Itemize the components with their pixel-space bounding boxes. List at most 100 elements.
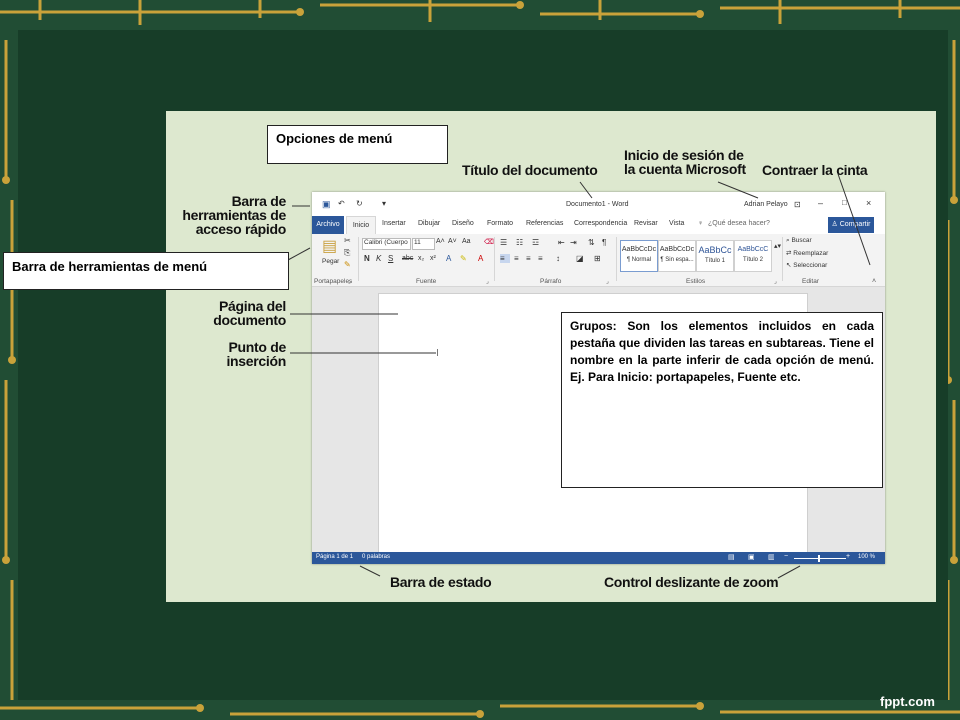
copy-icon[interactable]: ⎘ — [344, 248, 350, 258]
clear-format-icon[interactable]: ⌫ — [484, 238, 494, 246]
font-size-select[interactable]: 11 — [412, 238, 435, 250]
superscript-icon[interactable]: x² — [430, 255, 436, 262]
dialog-launcher-icon[interactable]: ⌟ — [486, 278, 489, 285]
styles-more-icon[interactable]: ▴▾ — [774, 242, 781, 250]
tab-referencias[interactable]: Referencias — [526, 220, 563, 227]
print-layout-icon[interactable]: ▣ — [748, 553, 755, 561]
seleccionar-button[interactable]: ↖ Seleccionar — [786, 261, 827, 269]
style-name: Título 2 — [742, 257, 763, 263]
group-portapapeles: Portapapeles — [314, 278, 353, 285]
minimize-icon[interactable]: – — [818, 198, 823, 208]
sort-icon[interactable]: ⇅ — [588, 238, 595, 247]
bold-icon[interactable]: N — [364, 254, 370, 263]
page-count[interactable]: Página 1 de 1 — [316, 554, 353, 560]
strike-icon[interactable]: abc — [402, 255, 413, 262]
collapse-ribbon-icon[interactable]: ˄ — [872, 278, 876, 285]
user-icon: ♙ — [831, 221, 840, 228]
divider — [494, 237, 495, 281]
maximize-icon[interactable]: □ — [842, 198, 847, 207]
callout-pagina-documento: Página del documento — [213, 298, 286, 328]
dialog-launcher-icon[interactable]: ⌟ — [606, 278, 609, 285]
tab-diseno[interactable]: Diseño — [452, 220, 474, 227]
style-preview: AaBbCcDc — [621, 246, 657, 253]
tab-correspondencia[interactable]: Correspondencia — [574, 220, 627, 227]
callout-contraer-cinta: Contraer la cinta — [762, 162, 868, 178]
grow-font-icon[interactable]: A˄ — [436, 238, 445, 245]
paste-icon[interactable]: ▤ — [322, 236, 337, 256]
tab-archivo[interactable]: Archivo — [312, 216, 344, 234]
buscar-button[interactable]: ⌕ Buscar — [786, 237, 812, 245]
callout-barra-estado: Barra de estado — [390, 574, 492, 590]
align-center-icon[interactable]: ≡ — [514, 254, 519, 263]
font-color-icon[interactable]: A — [478, 254, 483, 263]
note-barra-menu: Barra de herramientas de menú — [3, 252, 289, 290]
reemplazar-button[interactable]: ⇄ Reemplazar — [786, 249, 828, 257]
style-titulo-1[interactable]: AaBbCc Título 1 — [696, 240, 734, 272]
ribbon: ▤ Pegar ✂ ⎘ ✎ Calibri (Cuerpo 11 A˄ A˅ A… — [312, 234, 885, 287]
text-effects-icon[interactable]: A — [446, 254, 451, 263]
shrink-font-icon[interactable]: A˅ — [448, 238, 457, 245]
share-button[interactable]: ♙ Compartir — [828, 217, 874, 233]
paste-label[interactable]: Pegar — [322, 258, 339, 265]
tab-revisar[interactable]: Revisar — [634, 220, 658, 227]
increase-indent-icon[interactable]: ⇥ — [570, 238, 577, 247]
note-grupos: Grupos: Son los elementos incluidos en c… — [561, 312, 883, 488]
align-left-icon[interactable]: ≡ — [500, 254, 510, 263]
tab-formato[interactable]: Formato — [487, 220, 513, 227]
bullets-icon[interactable]: ☰ — [500, 238, 507, 247]
tab-dibujar[interactable]: Dibujar — [418, 220, 440, 227]
title-bar: ▣ ↶ ↻ ▾ Documento1 - Word Adrian Pelayo … — [312, 192, 885, 216]
format-painter-icon[interactable]: ✎ — [344, 260, 351, 269]
customize-icon[interactable]: ▾ — [382, 199, 386, 208]
status-bar: Página 1 de 1 0 palabras ▤ ▣ ▥ − + 100 % — [312, 552, 885, 564]
lightbulb-icon: ♀ — [698, 220, 704, 227]
read-mode-icon[interactable]: ▤ — [728, 553, 735, 561]
zoom-slider-handle[interactable] — [818, 555, 820, 562]
divider — [358, 237, 359, 281]
style-name: ¶ Sin espa... — [660, 257, 694, 263]
tab-insertar[interactable]: Insertar — [382, 220, 406, 227]
word-count[interactable]: 0 palabras — [362, 554, 390, 560]
zoom-out-icon[interactable]: − — [784, 553, 788, 560]
ribbon-display-icon[interactable]: ⊡ — [794, 200, 801, 209]
close-icon[interactable]: × — [866, 198, 871, 208]
multilevel-icon[interactable]: ☲ — [532, 238, 539, 247]
zoom-in-icon[interactable]: + — [846, 553, 850, 560]
note-opciones-menu: Opciones de menú — [267, 125, 448, 164]
numbering-icon[interactable]: ☷ — [516, 238, 523, 247]
dialog-launcher-icon[interactable]: ⌟ — [348, 278, 351, 285]
align-right-icon[interactable]: ≡ — [526, 254, 531, 263]
zoom-slider-track[interactable] — [794, 558, 846, 559]
style-sin-espaciado[interactable]: AaBbCcDc ¶ Sin espa... — [658, 240, 696, 272]
pilcrow-icon[interactable]: ¶ — [602, 238, 606, 247]
callout-inicio-sesion: Inicio de sesión de la cuenta Microsoft — [624, 147, 746, 177]
style-normal[interactable]: AaBbCcDc ¶ Normal — [620, 240, 658, 272]
tab-vista[interactable]: Vista — [669, 220, 684, 227]
underline-icon[interactable]: S — [388, 254, 393, 263]
group-fuente: Fuente — [416, 278, 437, 285]
font-name-select[interactable]: Calibri (Cuerpo — [362, 238, 411, 250]
shading-icon[interactable]: ◪ — [576, 254, 584, 263]
group-estilos: Estilos — [686, 278, 706, 285]
zoom-level[interactable]: 100 % — [858, 554, 875, 560]
style-titulo-2[interactable]: AaBbCcC Título 2 — [734, 240, 772, 272]
highlight-icon[interactable]: ✎ — [460, 254, 467, 263]
cut-icon[interactable]: ✂ — [344, 236, 351, 245]
tab-inicio[interactable]: Inicio — [346, 216, 376, 234]
dialog-launcher-icon[interactable]: ⌟ — [774, 278, 777, 285]
callout-barra-acceso-rapido: Barra de herramientas de acceso rápido — [182, 193, 286, 237]
tell-me-input[interactable]: ¿Qué desea hacer? — [708, 220, 770, 227]
line-spacing-icon[interactable]: ↕ — [556, 254, 560, 263]
undo-icon[interactable]: ↶ — [338, 199, 345, 208]
redo-icon[interactable]: ↻ — [356, 199, 363, 208]
italic-icon[interactable]: K — [376, 254, 381, 263]
subscript-icon[interactable]: x₂ — [418, 255, 424, 262]
user-name[interactable]: Adrian Pelayo — [744, 201, 788, 208]
save-icon[interactable]: ▣ — [322, 199, 331, 210]
divider — [782, 237, 783, 281]
borders-icon[interactable]: ⊞ — [594, 254, 601, 263]
web-layout-icon[interactable]: ▥ — [768, 553, 775, 561]
justify-icon[interactable]: ≡ — [538, 254, 543, 263]
decrease-indent-icon[interactable]: ⇤ — [558, 238, 565, 247]
change-case-icon[interactable]: Aa — [462, 238, 471, 245]
